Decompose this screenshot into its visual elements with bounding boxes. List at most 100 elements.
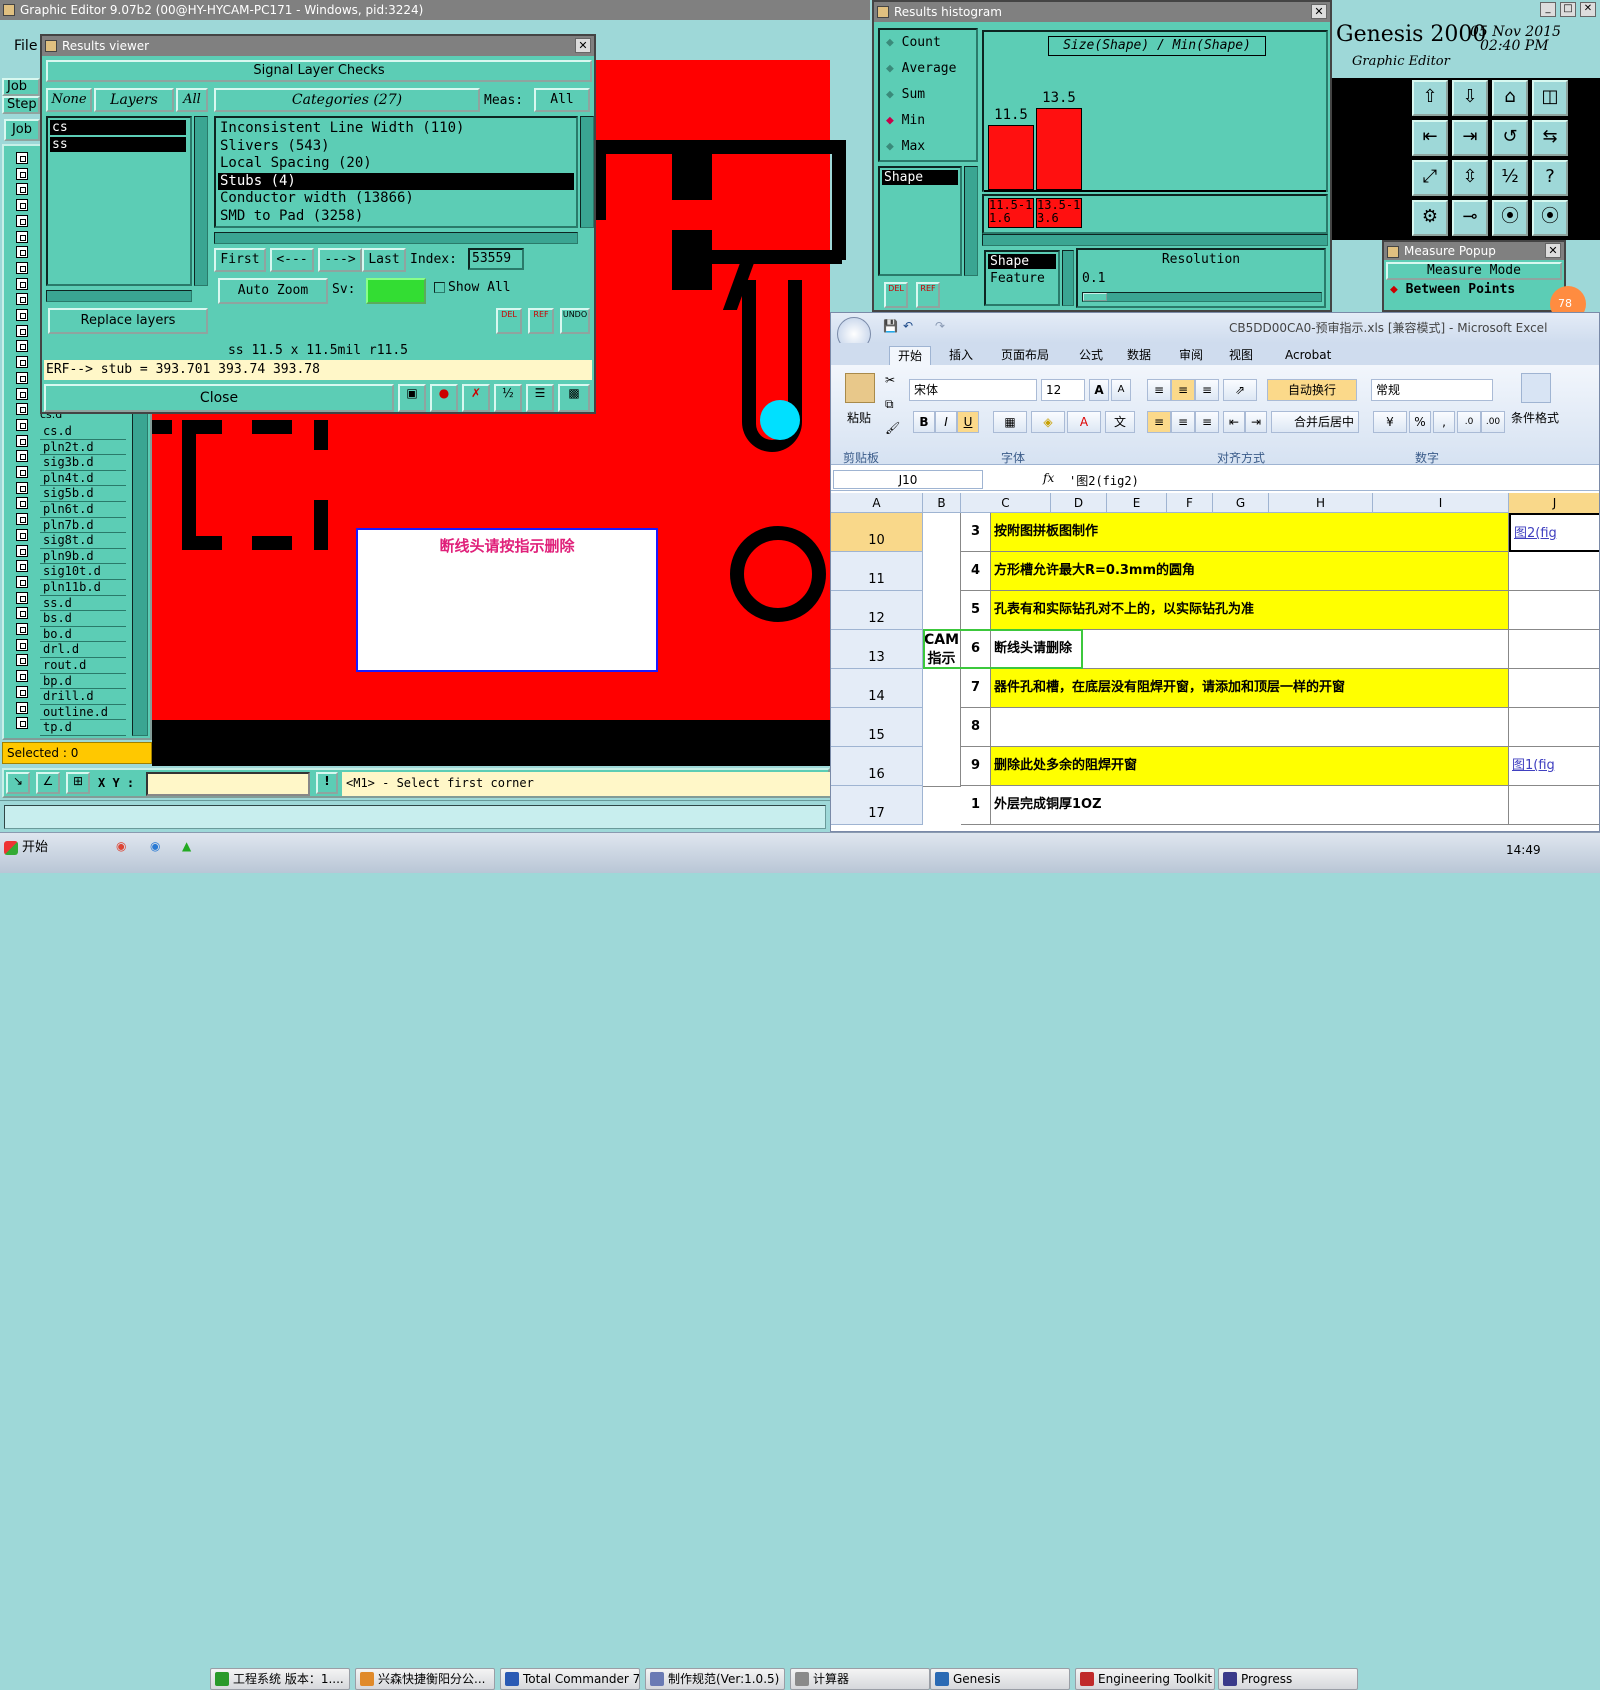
meas-dropdown[interactable]: All [534, 88, 590, 112]
measure-icon[interactable]: ↘ [6, 772, 30, 794]
axis-shape[interactable]: Shape [988, 254, 1056, 269]
category-item[interactable]: Conductor width (13866) [218, 190, 574, 208]
section-cell[interactable]: CAM 指示 [923, 513, 961, 787]
close-icon[interactable]: ✕ [1545, 243, 1561, 258]
link-cell[interactable] [1509, 669, 1599, 708]
font-color-icon[interactable]: A [1067, 411, 1101, 433]
ribbon-tab[interactable]: 页面布局 [993, 346, 1057, 365]
ref-button[interactable]: REF [528, 308, 554, 334]
column-header[interactable]: E [1107, 493, 1167, 513]
increase-indent-icon[interactable]: ⇥ [1245, 411, 1267, 433]
histogram-icon[interactable]: ▩ [558, 384, 590, 412]
taskbar-item[interactable]: Progress [1218, 1668, 1358, 1690]
layer-checkbox[interactable] [16, 450, 28, 463]
layer-row[interactable]: pln9b.d [40, 548, 126, 565]
layer-checkbox[interactable] [16, 230, 28, 243]
start-button[interactable]: 开始 [2, 837, 58, 859]
chart-hscroll[interactable] [982, 234, 1328, 246]
auto-zoom-dropdown[interactable]: Auto Zoom [218, 278, 328, 304]
index-cell[interactable]: 5 [961, 591, 991, 630]
cut-icon[interactable]: ✂ [885, 373, 895, 387]
layer-checkbox[interactable] [16, 560, 28, 573]
layer-row[interactable]: bo.d [40, 626, 126, 643]
link-cell[interactable]: 图2(fig [1509, 513, 1599, 552]
orientation-icon[interactable]: ⇗ [1223, 379, 1257, 401]
layer-row[interactable]: drill.d [40, 689, 126, 705]
name-box[interactable]: J10 [833, 470, 983, 489]
category-item[interactable]: Slivers (543) [218, 138, 574, 156]
instruction-cell[interactable] [991, 708, 1509, 747]
font-name-dropdown[interactable]: 宋体 [909, 379, 1037, 401]
layer-row[interactable]: pln2t.d [40, 439, 126, 456]
layer-checkbox[interactable] [16, 685, 28, 698]
row-number[interactable]: 11 [831, 552, 923, 591]
layer-checkbox[interactable] [16, 591, 28, 604]
last-button[interactable]: Last [362, 248, 406, 272]
menu-file[interactable]: File [14, 38, 37, 54]
close-icon[interactable]: ✕ [575, 38, 591, 53]
instruction-cell[interactable]: 孔表有和实际钻孔对不上的，以实际钻孔为准 [991, 591, 1509, 630]
layer-row[interactable]: sig3b.d [40, 455, 126, 471]
grid-icon[interactable]: ⊞ [66, 772, 90, 794]
show-all-checkbox[interactable] [434, 282, 445, 293]
rh-del-button[interactable]: DEL [884, 282, 908, 308]
ref-cross-icon[interactable]: ✗ [462, 384, 490, 412]
replace-layers-button[interactable]: Replace layers [48, 308, 208, 334]
taskbar-item[interactable]: 制作规范(Ver:1.0.5) [645, 1668, 785, 1690]
index-cell[interactable]: 3 [961, 513, 991, 552]
split-icon[interactable]: ½ [494, 384, 522, 412]
axis-feature[interactable]: Feature [988, 271, 1056, 286]
layer-checkbox[interactable] [16, 701, 28, 714]
link-cell[interactable]: 图1(fig [1509, 747, 1599, 786]
instruction-cell[interactable]: 断线头请删除 [991, 630, 1509, 669]
layer-checkbox[interactable] [16, 309, 28, 321]
alert-icon[interactable]: ! [316, 772, 338, 794]
wrap-text-button[interactable]: 自动换行 [1267, 379, 1357, 401]
close-icon[interactable]: ✕ [1311, 4, 1327, 19]
layer-checkbox[interactable] [16, 575, 28, 588]
layer-checkbox[interactable] [16, 293, 28, 306]
histogram-bar[interactable] [988, 125, 1034, 190]
ribbon-tab[interactable]: 审阅 [1171, 346, 1211, 365]
between-points-option[interactable]: ◆ Between Points [1390, 282, 1558, 297]
layer-row[interactable]: sig10t.d [40, 564, 126, 580]
instruction-cell[interactable]: 删除此处多余的阻焊开窗 [991, 747, 1509, 786]
layer-checkbox[interactable] [16, 717, 28, 730]
italic-icon[interactable]: I [935, 411, 957, 433]
layer-checkbox[interactable] [16, 371, 28, 384]
row-number[interactable]: 10 [831, 513, 923, 552]
ribbon-tab[interactable]: 开始 [889, 346, 932, 365]
shape-scrollbar[interactable] [964, 166, 978, 276]
none-button[interactable]: None [46, 88, 92, 112]
format-painter-icon[interactable]: 🖌 [885, 421, 900, 435]
layer-checkbox[interactable] [16, 214, 28, 227]
tool-button-icon[interactable]: ⊸ [1452, 200, 1488, 236]
column-header[interactable]: I [1373, 493, 1509, 513]
job-button[interactable]: Job [4, 119, 40, 141]
align-bottom-icon[interactable]: ≡ [1195, 379, 1219, 401]
taskbar-item[interactable]: 计算器 [790, 1668, 930, 1690]
layer-row[interactable]: cs.d [40, 424, 126, 440]
layer-checkbox[interactable] [16, 418, 28, 431]
layer-checkbox[interactable] [16, 199, 28, 212]
column-header[interactable]: J [1509, 493, 1599, 513]
chrome-icon[interactable]: ◉ [116, 839, 126, 853]
conditional-format-icon[interactable] [1521, 373, 1551, 403]
align-center-icon[interactable]: ≡ [1171, 411, 1195, 433]
index-cell[interactable]: 8 [961, 708, 991, 747]
link-cell[interactable] [1509, 708, 1599, 747]
link-cell[interactable] [1509, 630, 1599, 669]
layer-checkbox[interactable] [16, 544, 28, 557]
index-cell[interactable]: 9 [961, 747, 991, 786]
option-sum[interactable]: ◆ Sum [880, 82, 976, 108]
layer-row[interactable]: bp.d [40, 673, 126, 690]
tool-button-icon[interactable]: ⇧ [1412, 80, 1448, 116]
layer-checkbox[interactable] [16, 466, 28, 478]
decrease-decimal-icon[interactable]: .00 [1481, 411, 1505, 433]
option-max[interactable]: ◆ Max [880, 134, 976, 160]
tool-button-icon[interactable]: ⦿ [1492, 200, 1528, 236]
save-icon[interactable]: 💾 [883, 319, 898, 333]
tool-button-icon[interactable]: ⚙ [1412, 200, 1448, 236]
layer-checkbox[interactable] [16, 277, 28, 290]
ribbon-tab[interactable]: 视图 [1221, 346, 1261, 365]
